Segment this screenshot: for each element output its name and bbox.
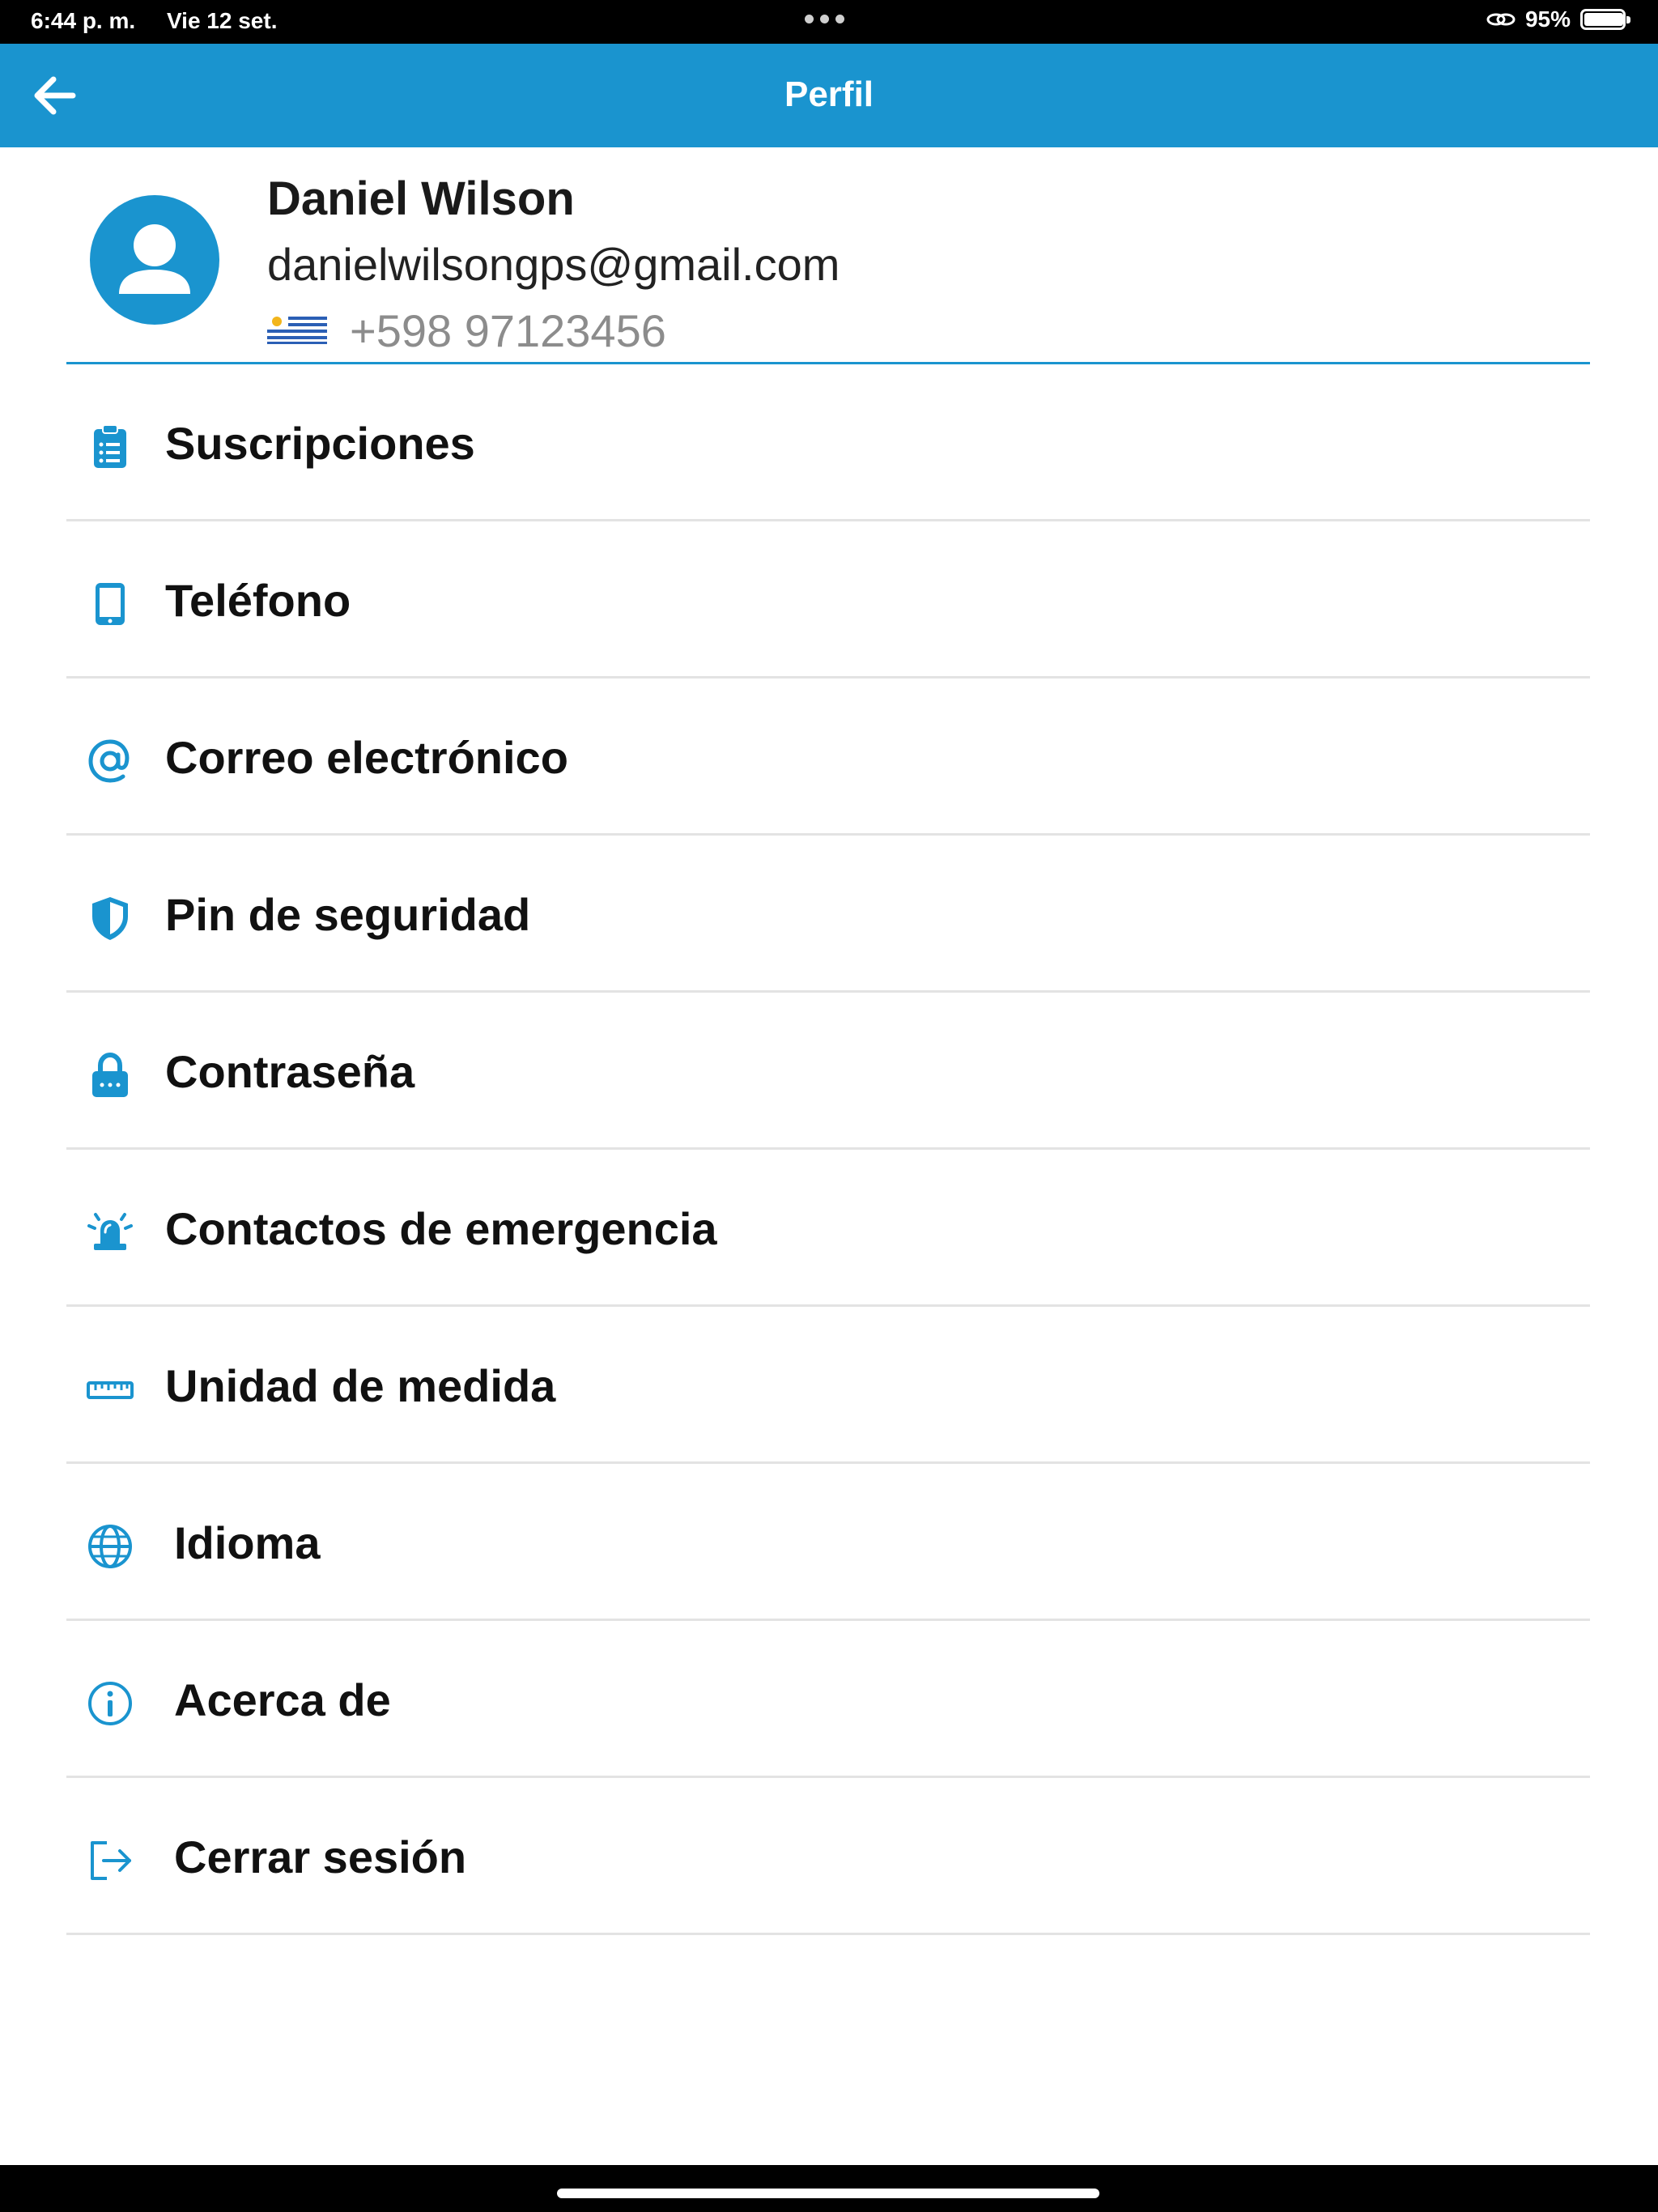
battery-icon [1580,9,1630,30]
shield-icon [92,897,128,940]
menu-item-suscripciones[interactable]: Suscripciones [66,364,1590,521]
home-indicator[interactable] [557,2189,1099,2198]
menu-item-idioma[interactable]: Idioma [66,1464,1590,1621]
ruler-icon [87,1381,134,1399]
menu-item-label: Correo electrónico [165,732,568,783]
menu-item-contrasena[interactable]: Contraseña [66,993,1590,1150]
logout-icon [91,1841,131,1880]
clipboard-list-icon [94,424,126,468]
app-header: Perfil [0,44,1658,147]
status-date: Vie 12 set. [167,8,278,33]
menu-item-label: Teléfono [165,575,351,626]
battery-percent: 95% [1524,6,1571,32]
menu-item-label: Contraseña [165,1046,415,1097]
status-right: 95% [1486,6,1630,32]
menu-item-correo[interactable]: Correo electrónico [66,678,1590,836]
menu-item-label: Idioma [174,1517,321,1568]
user-icon [119,224,190,294]
avatar[interactable] [90,195,219,325]
siren-icon [87,1213,133,1250]
menu-item-cerrar-sesion[interactable]: Cerrar sesión [66,1778,1590,1935]
menu-item-label: Unidad de medida [165,1360,556,1411]
settings-menu: Suscripciones Teléfono Correo electrónic… [66,364,1590,1935]
menu-item-acerca-de[interactable]: Acerca de [66,1621,1590,1778]
status-bar: 6:44 p. m. Vie 12 set. 95% [0,0,1658,44]
menu-item-telefono[interactable]: Teléfono [66,521,1590,678]
menu-item-pin[interactable]: Pin de seguridad [66,836,1590,993]
multitasking-dots-icon[interactable] [805,15,844,23]
menu-item-unidad-medida[interactable]: Unidad de medida [66,1307,1590,1464]
screen-mirror-icon [1486,13,1516,26]
menu-item-contactos-emergencia[interactable]: Contactos de emergencia [66,1150,1590,1307]
profile-email: danielwilsongps@gmail.com [267,239,840,290]
lock-icon [92,1052,128,1097]
menu-item-label: Pin de seguridad [165,889,531,940]
profile-phone: +598 97123456 [350,305,666,356]
uruguay-flag-icon [267,313,327,344]
status-time: 6:44 p. m. [31,8,136,33]
menu-item-label: Suscripciones [165,418,475,469]
profile-name: Daniel Wilson [267,172,575,225]
profile-card: Daniel Wilson danielwilsongps@gmail.com … [66,147,1590,364]
info-icon [88,1682,132,1725]
menu-item-label: Acerca de [174,1674,391,1725]
tablet-icon [96,583,125,625]
menu-item-label: Cerrar sesión [174,1831,467,1882]
page-title: Perfil [784,74,874,114]
at-sign-icon [88,739,130,783]
menu-item-label: Contactos de emergencia [165,1203,717,1254]
globe-icon [88,1525,132,1568]
